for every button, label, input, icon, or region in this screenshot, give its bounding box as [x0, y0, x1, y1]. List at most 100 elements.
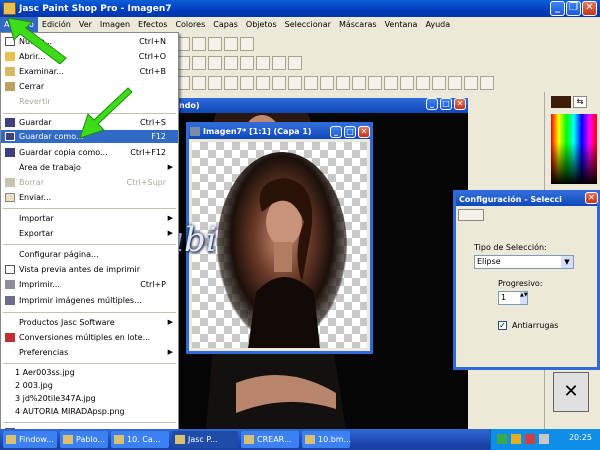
swap-colors-icon[interactable]: ⇆ [573, 96, 587, 108]
menu-item-conversiones[interactable]: Conversiones múltiples en lote... [1, 331, 178, 344]
chevron-down-icon[interactable]: ▼ [561, 256, 573, 268]
transparent-canvas[interactable] [192, 142, 367, 348]
lock-icon[interactable] [288, 56, 302, 70]
taskbar-task[interactable]: Pablo... [60, 431, 108, 448]
menu-objetos[interactable]: Objetos [242, 17, 281, 32]
tool-button[interactable] [288, 76, 302, 90]
menu-mascaras[interactable]: Máscaras [335, 17, 381, 32]
maximize-button[interactable]: □ [440, 98, 452, 110]
tool-button[interactable] [240, 56, 254, 70]
taskbar-task[interactable]: 10. Ca... [111, 431, 169, 448]
print-preview-icon [5, 265, 15, 274]
taskbar-task[interactable]: 10.bm... [302, 431, 351, 448]
menu-ventana[interactable]: Ventana [381, 17, 422, 32]
color-picker[interactable] [551, 114, 597, 184]
tool-button[interactable] [400, 76, 414, 90]
restore-button[interactable]: ❐ [566, 1, 581, 16]
close-button[interactable]: ✕ [358, 126, 370, 138]
tool-button[interactable] [432, 76, 446, 90]
help-icon[interactable] [272, 56, 286, 70]
tool-button[interactable] [336, 76, 350, 90]
tool-button[interactable] [416, 76, 430, 90]
tool-button[interactable] [320, 76, 334, 90]
menu-item-importar[interactable]: Importar ▶ [1, 212, 178, 225]
tool-button[interactable] [352, 76, 366, 90]
menu-item-vista-previa[interactable]: Vista previa antes de imprimir [1, 263, 178, 276]
tool-button[interactable] [272, 76, 286, 90]
menu-item-area-trabajo[interactable]: Área de trabajo ▶ [1, 161, 178, 174]
tool-button[interactable] [368, 76, 382, 90]
selection-type-dropdown[interactable]: Elipse ▼ [474, 255, 574, 269]
tool-button[interactable] [256, 76, 270, 90]
recent-file-item[interactable]: 1 Aer003ss.jpg [1, 366, 178, 379]
feather-spinner[interactable]: 1 ▲▼ [498, 291, 528, 305]
minimize-button[interactable]: _ [550, 1, 565, 16]
histogram-icon[interactable] [224, 56, 238, 70]
menu-capas[interactable]: Capas [209, 17, 242, 32]
minimize-button[interactable]: _ [330, 126, 342, 138]
menu-colores[interactable]: Colores [171, 17, 209, 32]
close-button[interactable]: ✕ [582, 1, 597, 16]
null-material-icon[interactable]: ✕ [553, 372, 589, 412]
tray-icon[interactable] [525, 434, 535, 444]
tool-button[interactable] [480, 76, 494, 90]
menu-item-guardar-copia[interactable]: Guardar copia como... Ctrl+F12 [1, 146, 178, 159]
menu-item-configurar-pagina[interactable]: Configurar página... [1, 248, 178, 261]
tray-icon[interactable] [497, 434, 507, 444]
volume-icon[interactable] [539, 434, 549, 444]
minimize-button[interactable]: _ [426, 98, 438, 110]
close-button[interactable]: ✕ [454, 98, 466, 110]
taskbar: Findow... Pablo... 10. Ca... Jasc P... C… [0, 429, 600, 450]
menu-item-imprimir-multiples[interactable]: Imprimir imágenes múltiples... [1, 294, 178, 307]
menu-seleccionar[interactable]: Seleccionar [281, 17, 335, 32]
menu-ayuda[interactable]: Ayuda [421, 17, 454, 32]
menu-imagen[interactable]: Imagen [96, 17, 134, 32]
recent-file-item[interactable]: 2 003.jpg [1, 379, 178, 392]
tool-button[interactable] [224, 37, 238, 51]
spinner-arrows-icon[interactable]: ▲▼ [520, 292, 528, 304]
toolbar-view [176, 54, 302, 72]
foreground-swatch[interactable] [551, 96, 571, 108]
menu-item-borrar: Borrar Ctrl+Supr [1, 176, 178, 189]
taskbar-task[interactable]: Findow... [3, 431, 57, 448]
close-button[interactable]: ✕ [585, 192, 598, 204]
progresivo-label: Progresivo: [498, 279, 543, 288]
brush-icon[interactable] [224, 76, 238, 90]
menu-ver[interactable]: Ver [75, 17, 96, 32]
tray-icon[interactable] [511, 434, 521, 444]
taskbar-task[interactable]: CREAR... [241, 431, 299, 448]
taskbar-task-active[interactable]: Jasc P... [172, 431, 238, 448]
background-window-title: ndo) _ □ ✕ [176, 98, 468, 113]
menu-item-productos-jasc[interactable]: Productos Jasc Software ▶ [1, 316, 178, 329]
menu-item-preferencias[interactable]: Preferencias ▶ [1, 346, 178, 359]
antialias-checkbox[interactable]: ✓ [498, 321, 507, 330]
green-arrow-icon [79, 87, 132, 139]
tool-button[interactable] [192, 56, 206, 70]
tool-button[interactable] [240, 37, 254, 51]
tool-button[interactable] [192, 76, 206, 90]
menu-efectos[interactable]: Efectos [134, 17, 171, 32]
submenu-arrow-icon: ▶ [167, 318, 173, 326]
tool-button[interactable] [208, 37, 222, 51]
tool-button[interactable] [448, 76, 462, 90]
tool-button[interactable] [256, 56, 270, 70]
title-bar: Jasc Paint Shop Pro - Imagen7 _ ❐ ✕ [0, 0, 600, 17]
save-copy-icon [5, 148, 15, 157]
recent-file-item[interactable]: 4 AUTORIA MIRADApsp.png [1, 405, 178, 418]
tool-button[interactable] [384, 76, 398, 90]
tool-button[interactable] [240, 76, 254, 90]
menu-item-enviar[interactable]: Enviar... [1, 191, 178, 204]
tipo-seleccion-label: Tipo de Selección: [474, 243, 547, 252]
tool-button[interactable] [304, 76, 318, 90]
tool-button[interactable] [208, 76, 222, 90]
feather-value: 1 [501, 293, 507, 302]
tool-button[interactable] [464, 76, 478, 90]
recent-file-item[interactable]: 3 jd%20tile347A.jpg [1, 392, 178, 405]
preset-icon[interactable] [458, 209, 484, 221]
maximize-button[interactable]: □ [344, 126, 356, 138]
menu-item-examinar[interactable]: Examinar... Ctrl+B [1, 65, 178, 78]
menu-item-exportar[interactable]: Exportar ▶ [1, 227, 178, 240]
menu-item-imprimir[interactable]: Imprimir... Ctrl+P [1, 278, 178, 291]
tool-button[interactable] [192, 37, 206, 51]
tool-button[interactable] [208, 56, 222, 70]
